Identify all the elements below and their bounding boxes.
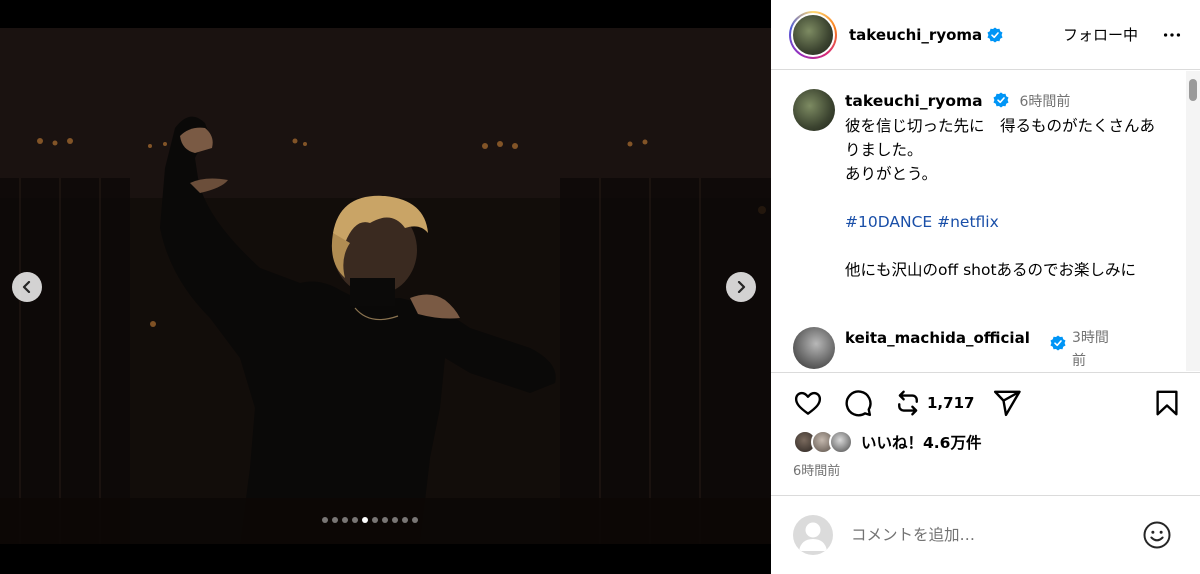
comments-section[interactable]: takeuchi_ryoma 6時間前 彼を信じ切った先に 得るものがたくさんあ… xyxy=(771,71,1200,371)
comment-icon xyxy=(845,389,872,416)
comment-input[interactable] xyxy=(851,526,1121,544)
repost-icon xyxy=(898,390,918,415)
bookmark-icon xyxy=(1156,390,1178,415)
repost-count: 1,717 xyxy=(927,393,975,412)
previous-slide-button[interactable] xyxy=(12,272,42,302)
caption-hashtags[interactable]: #10DANCE #netflix xyxy=(845,210,1165,234)
like-button[interactable] xyxy=(791,386,825,420)
author-avatar[interactable] xyxy=(789,10,837,59)
post-header: takeuchi_ryoma フォロー中 xyxy=(771,0,1200,70)
save-button[interactable] xyxy=(1150,386,1184,420)
share-button[interactable] xyxy=(990,386,1024,420)
slide-dot xyxy=(342,517,348,523)
slide-dot xyxy=(412,517,418,523)
commenter-username[interactable]: keita_machida_official xyxy=(845,327,1045,371)
comment-time: 3時間前 xyxy=(1072,330,1109,369)
post-caption: takeuchi_ryoma 6時間前 彼を信じ切った先に 得るものがたくさんあ… xyxy=(793,89,1183,282)
commenter-avatar[interactable] xyxy=(793,327,835,369)
caption-text-line: ありがとう。 xyxy=(845,165,938,183)
author-username[interactable]: takeuchi_ryoma xyxy=(849,26,982,44)
more-icon xyxy=(1163,32,1181,37)
comment-button[interactable] xyxy=(841,386,875,420)
caption-username[interactable]: takeuchi_ryoma xyxy=(845,92,983,110)
liker-avatar xyxy=(829,430,853,454)
next-slide-button[interactable] xyxy=(726,272,756,302)
follow-status-button[interactable]: フォロー中 xyxy=(1063,24,1138,45)
slide-dot xyxy=(402,517,408,523)
slide-dot xyxy=(322,517,328,523)
comment-item: keita_machida_official 3時間前 xyxy=(793,327,1183,371)
post-photo xyxy=(0,28,771,544)
repost-button[interactable] xyxy=(891,386,925,420)
caption-time: 6時間前 xyxy=(1019,94,1071,110)
chevron-left-icon xyxy=(22,281,31,293)
share-icon xyxy=(994,390,1022,416)
slide-dot xyxy=(352,517,358,523)
likes-summary[interactable]: いいね！4.6万件 xyxy=(793,430,981,454)
slide-dot xyxy=(332,517,338,523)
post-panel: takeuchi_ryoma フォロー中 takeuchi_ryoma 6時間前… xyxy=(771,0,1200,574)
action-bar: 1,717 xyxy=(771,372,1200,432)
likes-count[interactable]: いいね！4.6万件 xyxy=(861,431,981,453)
comments-scrollbar[interactable] xyxy=(1186,71,1200,371)
slide-dot xyxy=(382,517,388,523)
verified-icon xyxy=(993,92,1009,108)
verified-icon xyxy=(987,27,1003,42)
comment-composer xyxy=(771,495,1200,574)
slide-indicator xyxy=(322,517,418,523)
emoji-icon[interactable] xyxy=(1142,520,1172,550)
caption-text-line: 彼を信じ切った先に 得るものがたくさんありました。 xyxy=(845,117,1156,159)
post-timestamp: 6時間前 xyxy=(793,464,841,479)
slide-dot xyxy=(372,517,378,523)
verified-icon xyxy=(1050,335,1066,351)
post-media xyxy=(0,0,771,574)
heart-icon xyxy=(794,391,822,415)
chevron-right-icon xyxy=(737,281,746,293)
caption-avatar[interactable] xyxy=(793,89,835,131)
slide-dot xyxy=(392,517,398,523)
current-user-avatar xyxy=(793,515,833,555)
caption-text-line: 他にも沢山のoff shotあるのでお楽しみに xyxy=(845,261,1137,279)
more-options-button[interactable] xyxy=(1160,23,1184,47)
slide-dot xyxy=(362,517,368,523)
